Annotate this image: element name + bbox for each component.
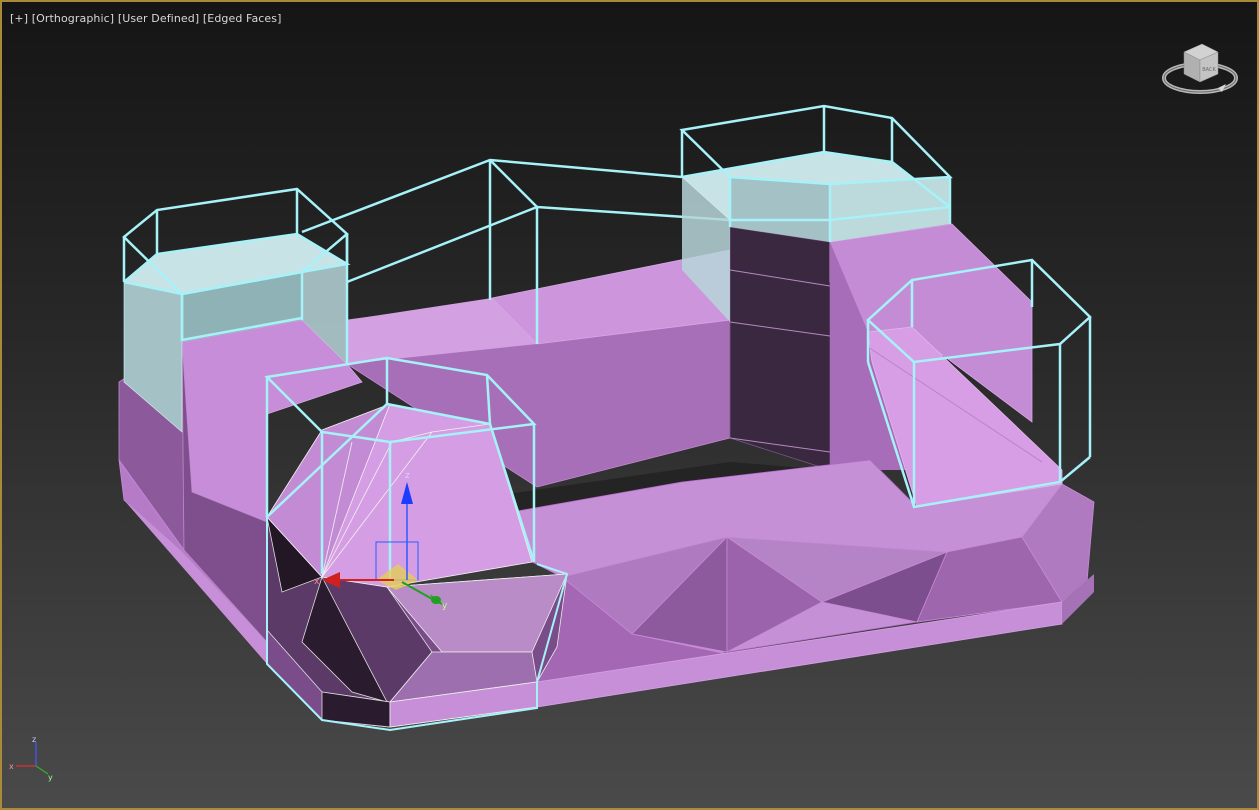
- gizmo-x-label: x: [314, 577, 320, 587]
- gizmo-z-label: z: [405, 471, 410, 481]
- viewcube-face-label: BACK: [1202, 67, 1216, 73]
- world-axis-z-label: z: [32, 735, 36, 744]
- world-axis-x-label: x: [9, 762, 14, 771]
- 3d-viewport[interactable]: [+] [Orthographic] [User Defined] [Edged…: [0, 0, 1259, 810]
- world-axis-y-label: y: [48, 773, 53, 782]
- viewcube-icon[interactable]: BACK: [1160, 38, 1238, 102]
- viewcube-widget[interactable]: BACK: [1160, 38, 1238, 102]
- world-axis-tripod: z x y: [9, 735, 53, 782]
- gizmo-y-label: y: [442, 601, 448, 611]
- scene-canvas[interactable]: z x y: [2, 2, 1259, 810]
